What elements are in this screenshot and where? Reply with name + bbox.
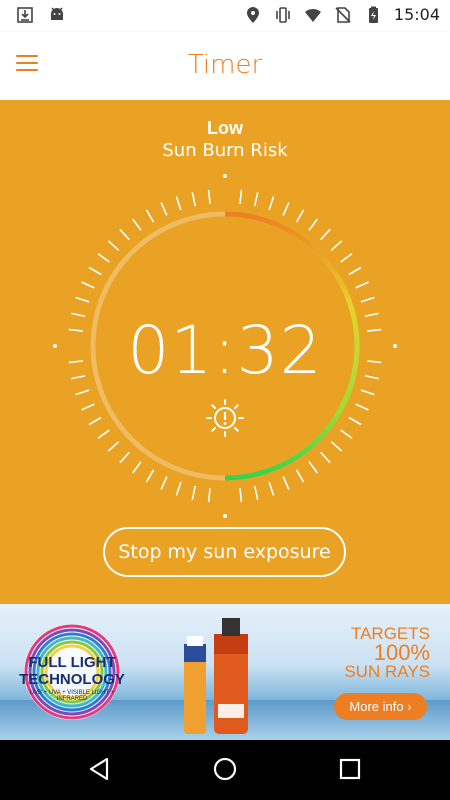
dial-tick: [175, 196, 182, 211]
navigation-bar: [0, 740, 450, 800]
dial-tick: [81, 403, 95, 411]
dial-tick: [119, 228, 130, 241]
risk-level: Low: [207, 118, 243, 138]
home-icon[interactable]: [210, 754, 240, 784]
dial-tick: [191, 192, 197, 207]
status-bar: 15:04: [0, 0, 450, 32]
page-title: Timer: [187, 50, 263, 80]
android-icon: [51, 7, 63, 20]
dial-tick-dot: [223, 174, 227, 178]
dial-tick: [81, 281, 95, 289]
dial-tick: [88, 266, 102, 276]
dial-tick: [207, 488, 211, 503]
vibrate-icon: [276, 6, 290, 23]
more-info-button[interactable]: More info ›: [334, 693, 427, 720]
dial-tick: [253, 192, 259, 207]
dial-tick: [295, 469, 305, 483]
dial-tick: [175, 481, 182, 496]
dial-tick: [268, 481, 275, 496]
dial-tick: [330, 240, 343, 251]
dial-tick: [282, 202, 290, 216]
more-info-label: More info: [349, 699, 404, 714]
dial-tick-dot: [223, 514, 227, 518]
dial-tick: [160, 202, 168, 216]
dial-tick: [145, 209, 155, 223]
sunscreen-products-image: [184, 618, 248, 734]
dial-tick: [88, 416, 102, 426]
dial-tick: [160, 476, 168, 490]
chevron-right-icon: ›: [407, 699, 412, 714]
no-sim-icon: [335, 6, 351, 23]
dial-tick: [348, 416, 362, 426]
dial-tick: [207, 189, 211, 204]
dial-tick: [75, 296, 90, 303]
dial-tick: [97, 253, 110, 263]
dial-tick: [132, 461, 142, 474]
dial-tick: [320, 451, 331, 464]
dial-tick: [340, 253, 353, 263]
dial-tick: [355, 403, 369, 411]
dial-tick: [282, 476, 290, 490]
dial-tick: [320, 228, 331, 241]
back-icon[interactable]: [85, 754, 115, 784]
risk-label: Sun Burn Risk: [162, 140, 288, 161]
dial-tick: [355, 281, 369, 289]
dial-tick: [268, 196, 275, 211]
dial-tick: [75, 389, 90, 396]
banner-headline-line3: SUN RAYS: [344, 662, 430, 681]
app-bar: Timer: [0, 32, 450, 100]
dial-tick: [308, 218, 318, 231]
sun-warning-icon: [206, 399, 244, 437]
banner-headline-line2: 100%: [373, 640, 430, 665]
dial-tick: [239, 488, 243, 503]
recents-icon[interactable]: [335, 754, 365, 784]
dial-tick: [308, 461, 318, 474]
dial-tick: [119, 451, 130, 464]
banner-headline: TARGETS 100% SUN RAYS: [344, 624, 430, 681]
banner-logo-line2: TECHNOLOGY: [19, 671, 125, 688]
dial-tick: [330, 441, 343, 452]
location-icon: [246, 6, 259, 23]
status-time: 15:04: [393, 5, 440, 24]
dial-tick: [191, 485, 197, 500]
dial-tick: [132, 218, 142, 231]
banner-logo-sub: UVB + UVA + VISIBLE LIGHT + INFRARED: [29, 690, 115, 702]
dial-tick: [145, 469, 155, 483]
dial-tick: [107, 441, 120, 452]
download-icon: [17, 7, 33, 23]
banner-logo-title: FULL LIGHT TECHNOLOGY: [16, 654, 128, 688]
dial-tick: [107, 240, 120, 251]
dial-tick: [239, 189, 243, 204]
dial-tick: [295, 209, 305, 223]
battery-charging-icon: [368, 6, 378, 23]
dial-tick: [340, 429, 353, 439]
wifi-icon: [304, 8, 321, 22]
dial-tick: [97, 429, 110, 439]
timer-value: 01:32: [127, 312, 323, 389]
dial-tick: [253, 485, 259, 500]
stop-sun-exposure-button[interactable]: Stop my sun exposure: [103, 527, 346, 577]
dial-tick: [360, 389, 375, 396]
dial-tick: [360, 296, 375, 303]
dial-tick: [348, 266, 362, 276]
banner-logo-line1: FULL LIGHT: [28, 654, 116, 671]
